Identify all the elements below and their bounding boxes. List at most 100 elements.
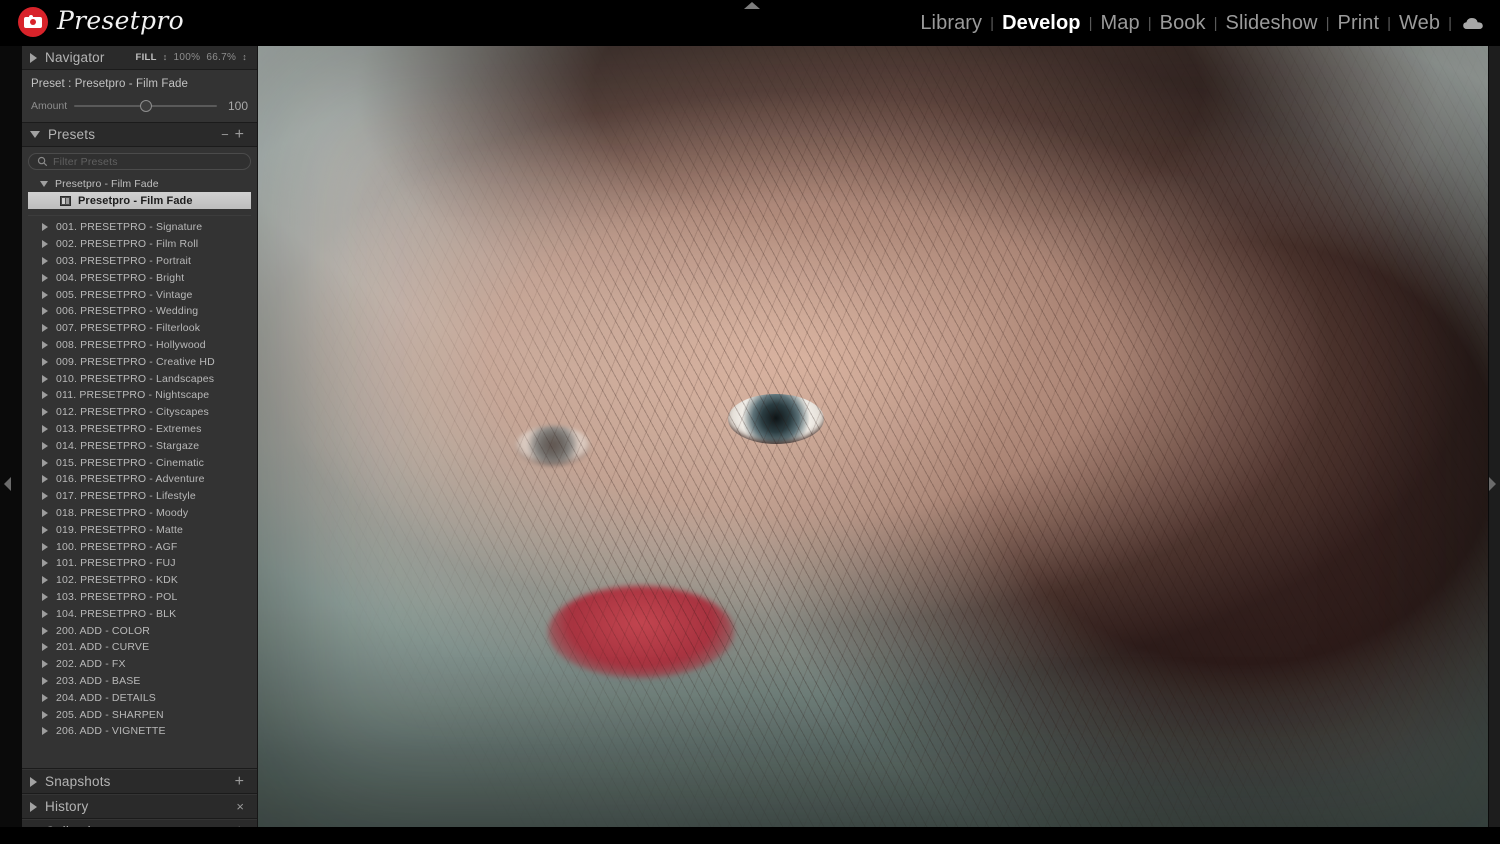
preset-group-label: 201. ADD - CURVE	[56, 641, 150, 654]
preset-group-label: 206. ADD - VIGNETTE	[56, 725, 166, 738]
amount-row: Amount 100	[31, 99, 248, 113]
preset-group-row[interactable]: 202. ADD - FX	[28, 656, 251, 673]
preset-group-label: 205. ADD - SHARPEN	[56, 708, 164, 721]
chevron-right-icon	[42, 340, 48, 349]
history-title: History	[45, 799, 89, 814]
zoom-ratio-stepper-icon[interactable]: ↕	[242, 52, 247, 62]
chevron-right-icon	[42, 374, 48, 383]
preset-group-label: 012. PRESETPRO - Cityscapes	[56, 406, 209, 419]
preset-item-selected[interactable]: Presetpro - Film Fade	[28, 192, 251, 209]
preset-group-row[interactable]: 005. PRESETPRO - Vintage	[28, 286, 251, 303]
cloud-icon[interactable]	[1462, 16, 1484, 30]
left-panel-toggle-arrow[interactable]	[4, 477, 11, 491]
zoom-fill-stepper-icon[interactable]: ↕	[163, 52, 168, 62]
preset-group-row[interactable]: 007. PRESETPRO - Filterlook	[28, 320, 251, 337]
chevron-right-icon	[42, 307, 48, 316]
snapshots-title: Snapshots	[45, 774, 111, 789]
preset-group-row[interactable]: 008. PRESETPRO - Hollywood	[28, 337, 251, 354]
preset-group-row[interactable]: 013. PRESETPRO - Extremes	[28, 421, 251, 438]
module-slideshow[interactable]: Slideshow	[1219, 12, 1325, 35]
top-panel-toggle-arrow[interactable]	[744, 2, 760, 9]
amount-value[interactable]: 100	[224, 99, 248, 113]
chevron-down-icon	[40, 180, 48, 187]
preset-group-row[interactable]: 011. PRESETPRO - Nightscape	[28, 387, 251, 404]
filmstrip-bar[interactable]	[0, 827, 1500, 844]
preset-group-row[interactable]: 103. PRESETPRO - POL	[28, 589, 251, 606]
preset-group-row[interactable]: 017. PRESETPRO - Lifestyle	[28, 488, 251, 505]
amount-slider[interactable]	[74, 100, 217, 112]
chevron-right-icon	[42, 592, 48, 601]
chevron-right-icon	[42, 391, 48, 400]
chevron-right-icon	[42, 643, 48, 652]
chevron-right-icon	[30, 52, 37, 63]
preset-group-row[interactable]: 016. PRESETPRO - Adventure	[28, 471, 251, 488]
preset-group-row[interactable]: 204. ADD - DETAILS	[28, 689, 251, 706]
preset-group-row[interactable]: 012. PRESETPRO - Cityscapes	[28, 404, 251, 421]
preset-group-row[interactable]: 205. ADD - SHARPEN	[28, 706, 251, 723]
preset-group-label: 017. PRESETPRO - Lifestyle	[56, 490, 196, 503]
preset-group-row[interactable]: 201. ADD - CURVE	[28, 639, 251, 656]
preset-group-row[interactable]: 200. ADD - COLOR	[28, 622, 251, 639]
preset-group-row[interactable]: 014. PRESETPRO - Stargaze	[28, 437, 251, 454]
chevron-right-icon	[42, 710, 48, 719]
preset-group-row[interactable]: 003. PRESETPRO - Portrait	[28, 253, 251, 270]
zoom-fit-label[interactable]: 66.7%	[206, 52, 236, 63]
chevron-right-icon	[42, 542, 48, 551]
preset-group-row[interactable]: 019. PRESETPRO - Matte	[28, 521, 251, 538]
module-separator: |	[1448, 14, 1452, 32]
preset-group-label: 005. PRESETPRO - Vintage	[56, 288, 193, 301]
navigator-title: Navigator	[45, 50, 105, 65]
add-preset-button[interactable]: +	[232, 126, 247, 143]
preset-group-label: 100. PRESETPRO - AGF	[56, 540, 178, 553]
preset-group-row[interactable]: 009. PRESETPRO - Creative HD	[28, 353, 251, 370]
chevron-right-icon	[42, 559, 48, 568]
presets-panel-header[interactable]: Presets − +	[22, 123, 257, 147]
zoom-100-label[interactable]: 100%	[174, 52, 201, 63]
zoom-controls: FILL ↕ 100% 66.7% ↕	[135, 52, 247, 63]
preset-group-label: 203. ADD - BASE	[56, 674, 141, 687]
preset-list[interactable]: Presetpro - Film Fade Presetpro - Film F…	[28, 175, 251, 763]
preset-group-row[interactable]: 015. PRESETPRO - Cinematic	[28, 454, 251, 471]
preset-group-label: 001. PRESETPRO - Signature	[56, 221, 203, 234]
photo-stage[interactable]	[258, 46, 1488, 828]
filter-presets-input[interactable]: Filter Presets	[28, 153, 251, 170]
module-library[interactable]: Library	[913, 12, 989, 35]
preset-group-row[interactable]: 104. PRESETPRO - BLK	[28, 605, 251, 622]
preset-group-row[interactable]: 100. PRESETPRO - AGF	[28, 538, 251, 555]
brand-logo[interactable]: Presetpro	[18, 7, 184, 37]
module-map[interactable]: Map	[1094, 12, 1147, 35]
preset-group-row[interactable]: 002. PRESETPRO - Film Roll	[28, 236, 251, 253]
snapshots-panel-header[interactable]: Snapshots +	[22, 769, 257, 794]
preset-group-row[interactable]: 018. PRESETPRO - Moody	[28, 505, 251, 522]
preset-group-row[interactable]: 006. PRESETPRO - Wedding	[28, 303, 251, 320]
amount-slider-thumb[interactable]	[139, 100, 152, 112]
preset-group-row[interactable]: 203. ADD - BASE	[28, 673, 251, 690]
preset-group-label: 008. PRESETPRO - Hollywood	[56, 338, 206, 351]
preset-group-row[interactable]: 102. PRESETPRO - KDK	[28, 572, 251, 589]
preset-group-label: 014. PRESETPRO - Stargaze	[56, 439, 200, 452]
chevron-right-icon	[42, 727, 48, 736]
chevron-right-icon	[42, 441, 48, 450]
preset-group-row[interactable]: 001. PRESETPRO - Signature	[28, 219, 251, 236]
preset-group-row[interactable]: 010. PRESETPRO - Landscapes	[28, 370, 251, 387]
module-web[interactable]: Web	[1392, 12, 1447, 35]
chevron-right-icon	[42, 290, 48, 299]
module-develop[interactable]: Develop	[995, 12, 1088, 35]
module-book[interactable]: Book	[1153, 12, 1213, 35]
module-print[interactable]: Print	[1331, 12, 1387, 35]
list-divider	[28, 209, 251, 216]
presets-title: Presets	[48, 127, 96, 142]
preset-group-active[interactable]: Presetpro - Film Fade	[28, 175, 251, 192]
add-snapshot-button[interactable]: +	[232, 773, 247, 790]
chevron-right-icon	[42, 626, 48, 635]
navigator-panel-header[interactable]: Navigator FILL ↕ 100% 66.7% ↕	[22, 46, 257, 70]
clear-history-button[interactable]: ×	[233, 800, 247, 813]
remove-preset-button[interactable]: −	[218, 128, 232, 141]
zoom-fill-label[interactable]: FILL	[135, 52, 156, 63]
preset-group-row[interactable]: 206. ADD - VIGNETTE	[28, 723, 251, 740]
preset-group-row[interactable]: 004. PRESETPRO - Bright	[28, 269, 251, 286]
history-panel-header[interactable]: History ×	[22, 794, 257, 819]
preset-group-row[interactable]: 101. PRESETPRO - FUJ	[28, 555, 251, 572]
chevron-right-icon	[42, 240, 48, 249]
right-panel-toggle-arrow[interactable]	[1489, 477, 1496, 491]
